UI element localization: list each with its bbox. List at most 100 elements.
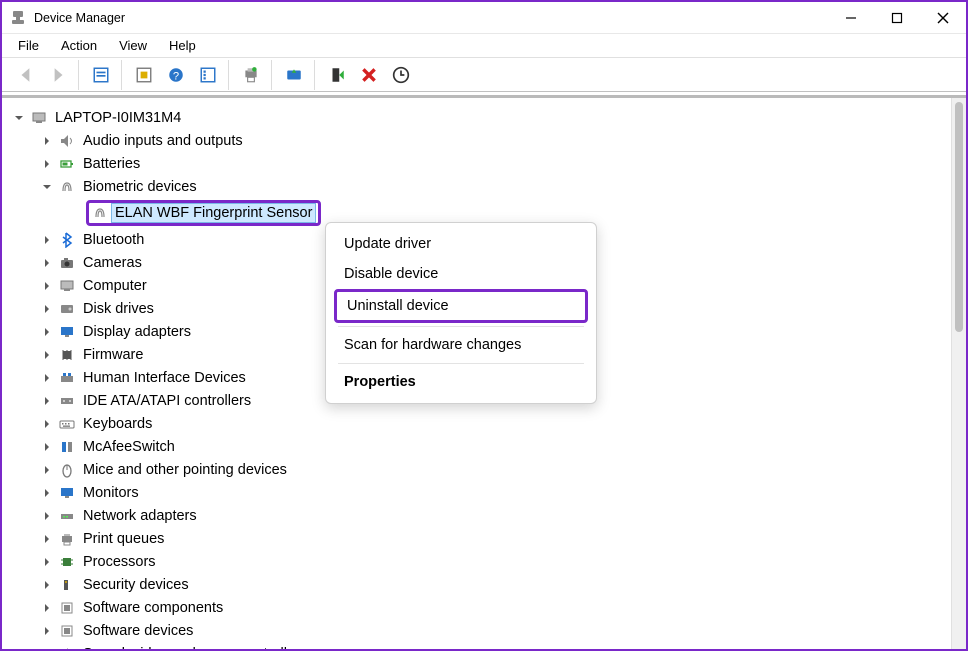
window-title: Device Manager (34, 11, 828, 25)
minimize-button[interactable] (828, 2, 874, 34)
selected-device-highlight: ELAN WBF Fingerprint Sensor (86, 200, 321, 226)
chevron-right-icon[interactable] (40, 302, 54, 316)
chevron-right-icon[interactable] (40, 394, 54, 408)
chevron-right-icon[interactable] (40, 371, 54, 385)
window-controls (828, 2, 966, 34)
chevron-right-icon[interactable] (40, 555, 54, 569)
tree-category[interactable]: Sound, video and game controllers (40, 642, 947, 649)
tree-category[interactable]: Security devices (40, 573, 947, 596)
properties-button[interactable] (130, 62, 158, 88)
tree-category[interactable]: Software devices (40, 619, 947, 642)
toolbar: ? (2, 58, 966, 92)
titlebar: Device Manager (2, 2, 966, 34)
chevron-right-icon[interactable] (40, 624, 54, 638)
tree-category[interactable]: Network adapters (40, 504, 947, 527)
menubar: File Action View Help (2, 34, 966, 58)
ctx-uninstall-device[interactable]: Uninstall device (334, 289, 588, 323)
ctx-disable-device[interactable]: Disable device (326, 259, 596, 289)
svg-text:?: ? (173, 70, 179, 82)
app-icon (10, 10, 26, 26)
tree-category[interactable]: Keyboards (40, 412, 947, 435)
menu-file[interactable]: File (8, 36, 49, 55)
chevron-right-icon[interactable] (40, 157, 54, 171)
chevron-right-icon[interactable] (40, 348, 54, 362)
menu-separator (338, 363, 584, 364)
print-button[interactable] (237, 62, 265, 88)
processor-icon (58, 553, 76, 571)
chevron-right-icon[interactable] (40, 647, 54, 650)
device-manager-window: Device Manager File Action View Help ? (0, 0, 968, 651)
chip-icon (58, 346, 76, 364)
ctx-properties[interactable]: Properties (326, 367, 596, 397)
tree-category[interactable]: McAfeeSwitch (40, 435, 947, 458)
tree-category[interactable]: Mice and other pointing devices (40, 458, 947, 481)
chevron-right-icon[interactable] (40, 134, 54, 148)
computer-icon (58, 277, 76, 295)
tree-category[interactable]: Software components (40, 596, 947, 619)
ctx-scan-hardware[interactable]: Scan for hardware changes (326, 330, 596, 360)
display-icon (58, 323, 76, 341)
tree-category[interactable]: Batteries (40, 152, 947, 175)
disable-device-button[interactable] (323, 62, 351, 88)
bluetooth-icon (58, 231, 76, 249)
menu-separator (338, 326, 584, 327)
selected-device[interactable]: ELAN WBF Fingerprint Sensor (111, 203, 316, 223)
back-button (12, 62, 40, 88)
controller-icon (58, 392, 76, 410)
hid-icon (58, 369, 76, 387)
tree-category-biometric[interactable]: Biometric devices (40, 175, 947, 198)
software-icon (58, 599, 76, 617)
chevron-right-icon[interactable] (40, 417, 54, 431)
chevron-down-icon[interactable] (12, 111, 26, 125)
chevron-right-icon[interactable] (40, 256, 54, 270)
fingerprint-icon (91, 204, 109, 222)
maximize-button[interactable] (874, 2, 920, 34)
list-button[interactable] (194, 62, 222, 88)
menu-action[interactable]: Action (51, 36, 107, 55)
chevron-right-icon[interactable] (40, 233, 54, 247)
menu-view[interactable]: View (109, 36, 157, 55)
close-button[interactable] (920, 2, 966, 34)
disk-icon (58, 300, 76, 318)
mouse-icon (58, 461, 76, 479)
chevron-right-icon[interactable] (40, 532, 54, 546)
help-button[interactable]: ? (162, 62, 190, 88)
update-driver-button[interactable] (280, 62, 308, 88)
context-menu: Update driver Disable device Uninstall d… (325, 222, 597, 404)
monitor-icon (58, 484, 76, 502)
chevron-right-icon[interactable] (40, 578, 54, 592)
scrollbar-thumb[interactable] (955, 102, 963, 332)
chevron-right-icon[interactable] (40, 325, 54, 339)
speaker-icon (58, 132, 76, 150)
switch-icon (58, 438, 76, 456)
show-hide-button[interactable] (87, 62, 115, 88)
chevron-right-icon[interactable] (40, 463, 54, 477)
tree-category[interactable]: Monitors (40, 481, 947, 504)
ctx-update-driver[interactable]: Update driver (326, 229, 596, 259)
keyboard-icon (58, 415, 76, 433)
chevron-right-icon[interactable] (40, 486, 54, 500)
chevron-right-icon[interactable] (40, 279, 54, 293)
root-label: LAPTOP-I0IM31M4 (52, 109, 184, 127)
uninstall-device-button[interactable] (355, 62, 383, 88)
security-icon (58, 576, 76, 594)
network-icon (58, 507, 76, 525)
printer-icon (58, 530, 76, 548)
chevron-right-icon[interactable] (40, 601, 54, 615)
tree-category[interactable]: Processors (40, 550, 947, 573)
tree-root[interactable]: LAPTOP-I0IM31M4 (12, 106, 947, 129)
forward-button (44, 62, 72, 88)
chevron-down-icon[interactable] (40, 180, 54, 194)
battery-icon (58, 155, 76, 173)
computer-icon (30, 109, 48, 127)
scan-hardware-button[interactable] (387, 62, 415, 88)
camera-icon (58, 254, 76, 272)
vertical-scrollbar[interactable] (951, 98, 966, 649)
tree-category[interactable]: Print queues (40, 527, 947, 550)
chevron-right-icon[interactable] (40, 440, 54, 454)
chevron-right-icon[interactable] (40, 509, 54, 523)
software-icon (58, 622, 76, 640)
menu-help[interactable]: Help (159, 36, 206, 55)
fingerprint-icon (58, 178, 76, 196)
tree-category[interactable]: Audio inputs and outputs (40, 129, 947, 152)
